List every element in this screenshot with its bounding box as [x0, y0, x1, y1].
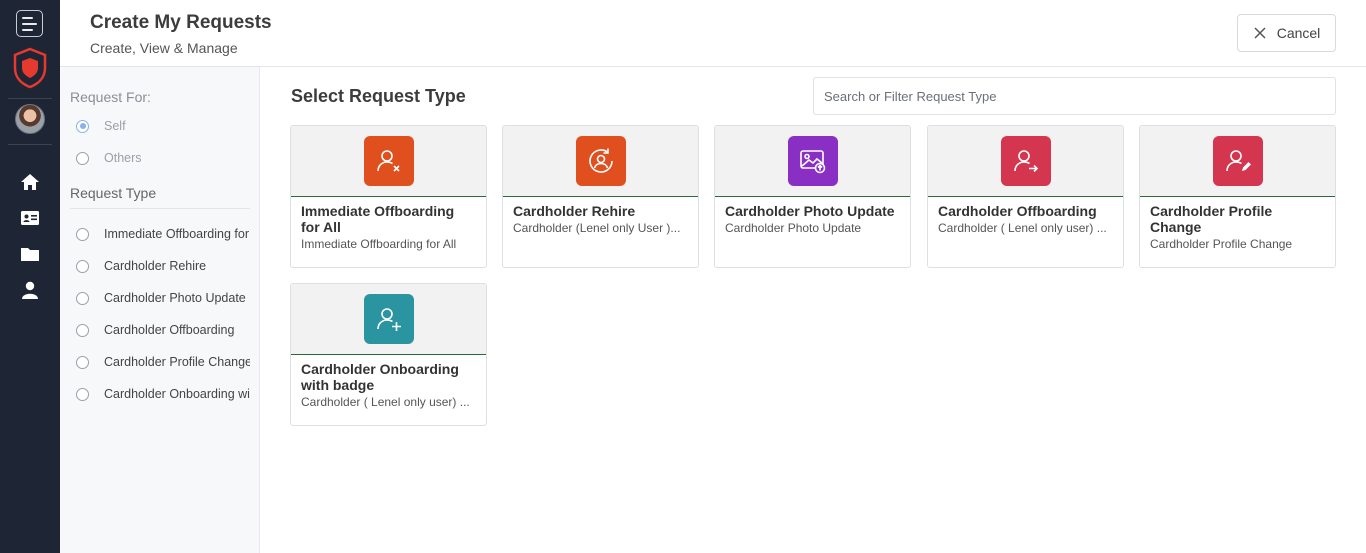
request-card-rehire[interactable]: Cardholder Rehire Cardholder (Lenel only… — [502, 125, 699, 268]
radio-label: Cardholder Rehire — [104, 259, 207, 273]
page-header: Create My Requests Create, View & Manage… — [60, 0, 1366, 67]
radio-label: Immediate Offboarding for All — [104, 227, 250, 241]
id-card-icon[interactable] — [20, 208, 40, 228]
radio-request-type[interactable]: Cardholder Rehire — [76, 259, 250, 273]
request-card-photo-update[interactable]: Cardholder Photo Update Cardholder Photo… — [714, 125, 911, 268]
menu-icon[interactable] — [16, 10, 43, 37]
user-add-icon — [364, 294, 414, 344]
radio-button[interactable] — [76, 291, 89, 305]
user-exit-icon — [1001, 136, 1051, 186]
folder-icon[interactable] — [20, 244, 40, 264]
radio-button[interactable] — [76, 355, 89, 369]
request-for-label: Request For: — [70, 89, 151, 105]
home-icon[interactable] — [20, 172, 40, 192]
user-rehire-icon — [576, 136, 626, 186]
radio-request-type[interactable]: Cardholder Profile Change — [76, 355, 250, 369]
card-title: Immediate Offboarding for All — [301, 203, 455, 235]
search-input[interactable] — [813, 77, 1336, 115]
request-type-label: Request Type — [70, 185, 157, 201]
close-icon — [1254, 27, 1266, 39]
radio-request-type[interactable]: Cardholder Offboarding — [76, 323, 250, 337]
page-title: Create My Requests — [90, 12, 272, 33]
user-edit-icon — [1213, 136, 1263, 186]
card-description: Cardholder Profile Change — [1150, 237, 1293, 251]
radio-request-type[interactable]: Cardholder Onboarding with badge — [76, 387, 250, 401]
page-subtitle: Create, View & Manage — [90, 40, 238, 56]
card-description: Cardholder ( Lenel only user) ... — [938, 221, 1107, 235]
radio-button[interactable] — [76, 227, 89, 241]
rail-divider — [8, 144, 52, 145]
shield-logo-icon — [13, 47, 47, 89]
request-card-offboarding[interactable]: Cardholder Offboarding Cardholder ( Lene… — [927, 125, 1124, 268]
radio-label: Others — [104, 151, 142, 165]
user-remove-icon — [364, 136, 414, 186]
divider — [70, 208, 250, 209]
radio-label: Cardholder Photo Update — [104, 291, 246, 305]
radio-others[interactable]: Others — [76, 151, 250, 165]
radio-self[interactable]: Self — [76, 119, 250, 133]
card-title: Cardholder Profile Change — [1150, 203, 1273, 235]
filter-panel: Request For: Self Others Request Type Im… — [60, 67, 260, 553]
radio-button[interactable] — [76, 119, 89, 133]
card-title: Cardholder Photo Update — [725, 203, 895, 219]
card-description: Cardholder Photo Update — [725, 221, 862, 235]
cancel-label: Cancel — [1276, 25, 1321, 41]
card-title: Cardholder Offboarding — [938, 203, 1097, 219]
radio-label: Cardholder Onboarding with badge — [104, 387, 250, 401]
radio-request-type[interactable]: Immediate Offboarding for All — [76, 227, 250, 241]
rail-divider — [8, 98, 52, 99]
card-title: Cardholder Rehire — [513, 203, 636, 219]
radio-button[interactable] — [76, 259, 89, 273]
avatar[interactable] — [15, 104, 45, 134]
radio-request-type[interactable]: Cardholder Photo Update — [76, 291, 250, 305]
card-title: Cardholder Onboarding with badge — [301, 361, 459, 393]
card-description: Cardholder (Lenel only User )... — [513, 221, 681, 235]
radio-label: Self — [104, 119, 126, 133]
radio-label: Cardholder Offboarding — [104, 323, 235, 337]
photo-upload-icon — [788, 136, 838, 186]
radio-button[interactable] — [76, 323, 89, 337]
radio-label: Cardholder Profile Change — [104, 355, 250, 369]
cancel-button[interactable]: Cancel — [1237, 14, 1336, 52]
request-card-profile-change[interactable]: Cardholder Profile Change Cardholder Pro… — [1139, 125, 1336, 268]
radio-button[interactable] — [76, 151, 89, 165]
card-description: Cardholder ( Lenel only user) ... — [301, 395, 470, 409]
radio-button[interactable] — [76, 387, 89, 401]
card-description: Immediate Offboarding for All — [301, 237, 457, 251]
request-card-onboarding[interactable]: Cardholder Onboarding with badge Cardhol… — [290, 283, 487, 426]
side-rail — [0, 0, 60, 553]
section-title: Select Request Type — [291, 86, 466, 106]
user-icon[interactable] — [20, 280, 40, 300]
request-card-immediate-offboarding[interactable]: Immediate Offboarding for All Immediate … — [290, 125, 487, 268]
